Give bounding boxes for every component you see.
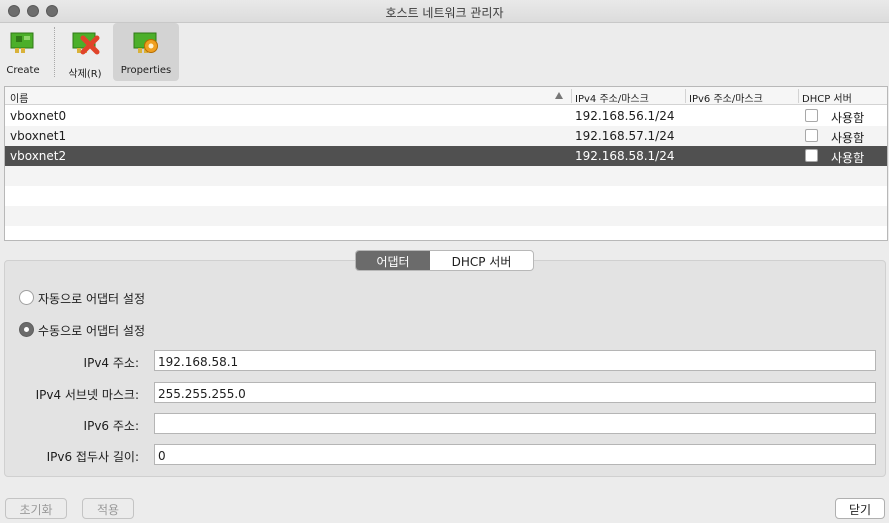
column-divider [685,89,686,103]
ipv4-mask-label: IPv4 서브넷 마스크: [35,388,139,402]
row-dhcp-label: 사용함 [831,151,865,165]
host-network-table: 이름 IPv4 주소/마스크 IPv6 주소/마스크 DHCP 서버 vboxn… [4,86,888,241]
row-ipv4: 192.168.57.1/24 [575,129,675,143]
ipv6-prefix-input[interactable] [154,444,876,465]
properties-label: Properties [120,65,172,76]
network-card-add-icon [10,32,34,53]
apply-button[interactable]: 적용 [82,498,134,519]
table-header: 이름 IPv4 주소/마스크 IPv6 주소/마스크 DHCP 서버 [5,87,887,105]
dhcp-checkbox[interactable] [805,129,818,142]
network-card-remove-icon [72,32,100,55]
title-bar: 호스트 네트워크 관리자 [0,0,889,23]
create-label: Create [6,65,40,76]
column-divider [798,89,799,103]
column-header-ipv4[interactable]: IPv4 주소/마스크 [575,90,649,105]
ipv4-mask-input[interactable] [154,382,876,403]
empty-row [5,166,887,186]
remove-label: 삭제(R) [68,69,102,80]
column-header-name[interactable]: 이름 [10,90,28,105]
properties-button[interactable]: Properties [113,23,179,81]
table-row[interactable]: vboxnet1 192.168.57.1/24 사용함 [5,126,887,146]
dhcp-checkbox[interactable] [805,109,818,122]
table-row-selected[interactable]: vboxnet2 192.168.58.1/24 사용함 [5,146,887,166]
sort-ascending-icon [555,92,563,99]
manual-config-radio[interactable] [19,322,34,337]
tab-adapter[interactable]: 어댑터 [356,251,430,270]
table-row[interactable]: vboxnet0 192.168.56.1/24 사용함 [5,106,887,126]
manual-config-label: 수동으로 어댑터 설정 [38,324,145,338]
column-divider [571,89,572,103]
row-name: vboxnet1 [10,129,67,143]
column-header-ipv6[interactable]: IPv6 주소/마스크 [689,90,763,105]
ipv6-address-input[interactable] [154,413,876,434]
ipv4-address-input[interactable] [154,350,876,371]
network-card-properties-icon [133,32,158,53]
auto-config-radio[interactable] [19,290,34,305]
window-title: 호스트 네트워크 관리자 [385,6,504,20]
ipv6-prefix-label: IPv6 접두사 길이: [46,450,139,464]
empty-row [5,226,887,240]
column-header-dhcp[interactable]: DHCP 서버 [802,90,852,105]
adapter-panel: 자동으로 어댑터 설정 수동으로 어댑터 설정 IPv4 주소: IPv4 서브… [4,260,886,477]
row-name: vboxnet2 [10,149,67,163]
ipv4-address-label: IPv4 주소: [83,356,139,370]
row-ipv4: 192.168.58.1/24 [575,149,675,163]
row-name: vboxnet0 [10,109,67,123]
toolbar-separator [54,27,55,77]
detail-tabs: 어댑터 DHCP 서버 [355,250,534,271]
close-button[interactable]: 닫기 [835,498,885,519]
dhcp-checkbox[interactable] [805,149,818,162]
toolbar: Create 삭제(R) Properties [0,23,889,85]
tab-dhcp-server[interactable]: DHCP 서버 [430,251,533,270]
empty-row [5,186,887,206]
row-dhcp-label: 사용함 [831,111,865,125]
row-ipv4: 192.168.56.1/24 [575,109,675,123]
create-button[interactable]: Create [2,23,44,81]
reset-button[interactable]: 초기화 [5,498,67,519]
row-dhcp-label: 사용함 [831,131,865,145]
ipv6-address-label: IPv6 주소: [83,419,139,433]
auto-config-label: 자동으로 어댑터 설정 [38,292,145,306]
empty-row [5,206,887,226]
remove-button[interactable]: 삭제(R) [62,23,108,81]
